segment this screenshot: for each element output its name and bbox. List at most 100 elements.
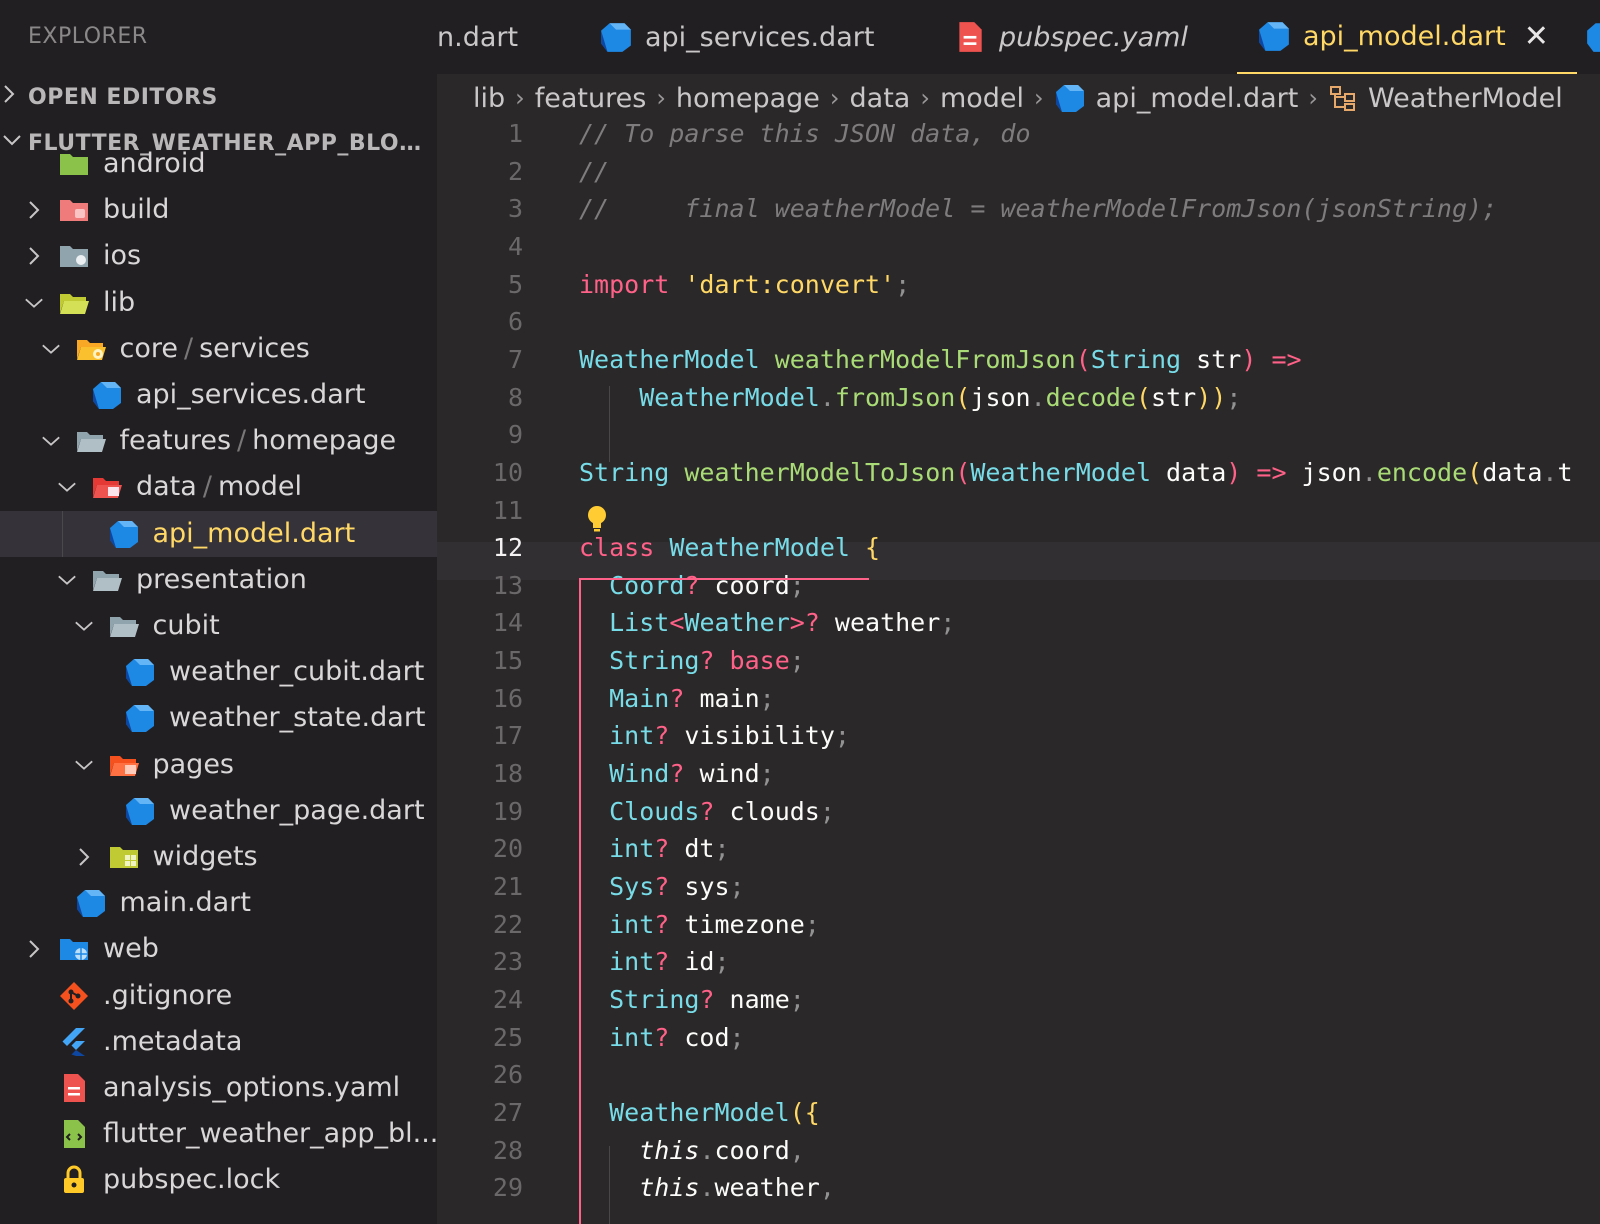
- code-token: ;: [895, 269, 911, 299]
- code-line[interactable]: String? name;: [579, 985, 805, 1014]
- chevron-down-icon[interactable]: [24, 293, 44, 313]
- tree-item-analysis-options-yaml[interactable]: analysis_options.yaml: [0, 1065, 437, 1111]
- close-icon[interactable]: ✕: [1524, 19, 1549, 54]
- tree-item-weather-state-dart[interactable]: weather_state.dart: [0, 695, 437, 741]
- tab-api-services[interactable]: api_services.dart: [599, 0, 874, 74]
- code-line[interactable]: String weatherModelToJson(WeatherModel d…: [579, 458, 1573, 487]
- breadcrumb-homepage[interactable]: homepage: [676, 83, 820, 114]
- chevron-down-icon[interactable]: [57, 570, 77, 590]
- line-number: 26: [492, 1060, 523, 1090]
- tab-main-dart[interactable]: n.dart: [437, 0, 518, 74]
- tab-overflow[interactable]: [1585, 0, 1600, 74]
- tree-item-web[interactable]: web: [0, 926, 437, 972]
- code-line[interactable]: Wind? wind;: [579, 759, 775, 788]
- tree-item-weather-page-dart[interactable]: weather_page.dart: [0, 788, 437, 834]
- chevron-down-icon[interactable]: [74, 755, 94, 775]
- chevron-right-icon[interactable]: [74, 847, 94, 867]
- code-token: ({: [789, 1097, 820, 1127]
- code-line[interactable]: int? id;: [579, 947, 729, 977]
- code-line[interactable]: this.coord,: [579, 1136, 805, 1165]
- breadcrumb-lib[interactable]: lib: [473, 83, 505, 114]
- tree-item-build[interactable]: build: [0, 187, 437, 233]
- code-line[interactable]: Clouds? clouds;: [579, 797, 835, 826]
- tree-item-ios[interactable]: ios: [0, 233, 437, 279]
- code-line[interactable]: this.weather,: [579, 1173, 835, 1202]
- tree-item-main-dart[interactable]: main.dart: [0, 880, 437, 926]
- code-token: ;: [940, 608, 956, 638]
- breadcrumb-model[interactable]: model: [940, 83, 1024, 114]
- tree-item-flutter-weather-app-bl[interactable]: flutter_weather_app_bl...: [0, 1111, 437, 1157]
- breadcrumb-features[interactable]: features: [535, 83, 647, 114]
- tree-item-label: lib: [103, 287, 135, 318]
- code-editor[interactable]: 1 2 3 4 5 6 7 8 9 10 11 12 13 14 15 16 17 18 19 20 21 22 23 24 2…: [437, 122, 1600, 1224]
- code-token: json: [970, 382, 1031, 412]
- tree-item-weather-cubit-dart[interactable]: weather_cubit.dart: [0, 649, 437, 695]
- tree-item-api-services-dart[interactable]: api_services.dart: [0, 372, 437, 418]
- breadcrumb-data[interactable]: data: [850, 83, 911, 114]
- tree-item-data[interactable]: data / model: [0, 464, 437, 510]
- code-token: id: [669, 947, 715, 977]
- tree-item-widgets[interactable]: widgets: [0, 834, 437, 880]
- code-line[interactable]: int? dt;: [579, 834, 729, 863]
- chevron-down-icon[interactable]: [74, 616, 94, 636]
- tree-item-lib[interactable]: lib: [0, 280, 437, 326]
- code-line[interactable]: // final weatherModel = weatherModelFrom…: [579, 194, 1497, 223]
- lightbulb-icon[interactable]: [585, 504, 609, 538]
- code-line[interactable]: // To parse this JSON data, do: [579, 122, 1031, 148]
- code-token: ;: [729, 872, 745, 901]
- code-token: int: [609, 1022, 655, 1052]
- open-editors-section[interactable]: OPEN EDITORS: [0, 77, 437, 117]
- tree-label-text: android: [103, 148, 206, 179]
- tree-item-pages[interactable]: pages: [0, 742, 437, 788]
- tree-item-gitignore[interactable]: .gitignore: [0, 973, 437, 1019]
- breadcrumb-symbol[interactable]: WeatherModel: [1328, 83, 1563, 114]
- chevron-right-icon[interactable]: [24, 246, 44, 266]
- chevron-right-icon[interactable]: [24, 939, 44, 959]
- code-line[interactable]: int? timezone;: [579, 910, 820, 939]
- code-line[interactable]: String? base;: [579, 646, 805, 675]
- code-token: ?: [699, 796, 715, 826]
- code-line[interactable]: class WeatherModel {: [579, 533, 880, 562]
- code-token: ?: [654, 721, 670, 751]
- code-token: List: [609, 608, 670, 638]
- code-line[interactable]: WeatherModel.fromJson(json.decode(str));: [579, 383, 1241, 412]
- code-token: ?: [699, 646, 715, 676]
- code-line[interactable]: int? cod;: [579, 1023, 745, 1052]
- line-number: 14: [492, 608, 523, 638]
- code-token: int: [609, 909, 655, 939]
- code-line[interactable]: //: [579, 157, 609, 186]
- tree-item-presentation[interactable]: presentation: [0, 557, 437, 603]
- code-line[interactable]: import 'dart:convert';: [579, 270, 910, 299]
- code-token: weather: [819, 608, 941, 638]
- chevron-down-icon[interactable]: [41, 431, 61, 451]
- code-line[interactable]: WeatherModel({: [579, 1098, 820, 1127]
- tab-api-model[interactable]: api_model.dart ✕: [1237, 0, 1577, 74]
- tree-item-pubspec-lock[interactable]: pubspec.lock: [0, 1157, 437, 1203]
- tree-item-core[interactable]: core / services: [0, 326, 437, 372]
- code-token: String: [609, 646, 700, 676]
- data-folder-icon: [91, 471, 123, 503]
- tree-item-api-model-dart[interactable]: api_model.dart: [0, 510, 437, 557]
- code-line[interactable]: List<Weather>? weather;: [579, 608, 955, 637]
- chevron-right-icon[interactable]: [24, 200, 44, 220]
- code-line[interactable]: Main? main;: [579, 684, 775, 713]
- tree-item-features[interactable]: features / homepage: [0, 418, 437, 464]
- chevron-down-icon[interactable]: [57, 477, 77, 497]
- line-number: 24: [492, 984, 523, 1014]
- code-token: ?: [669, 759, 685, 789]
- tree-item-android[interactable]: android: [0, 141, 437, 187]
- tree-item-label: widgets: [153, 841, 258, 872]
- code-line[interactable]: Sys? sys;: [579, 872, 745, 901]
- tree-item-metadata[interactable]: .metadata: [0, 1019, 437, 1065]
- breadcrumb-file[interactable]: api_model.dart: [1054, 82, 1298, 114]
- code-token: .: [819, 382, 835, 412]
- code-line[interactable]: int? visibility;: [579, 721, 850, 750]
- code-line[interactable]: WeatherModel weatherModelFromJson(String…: [579, 345, 1302, 374]
- code-line[interactable]: Coord? coord;: [579, 571, 805, 600]
- tab-pubspec[interactable]: pubspec.yaml: [953, 0, 1188, 74]
- tree-item-cubit[interactable]: cubit: [0, 603, 437, 649]
- chevron-down-icon[interactable]: [41, 339, 61, 359]
